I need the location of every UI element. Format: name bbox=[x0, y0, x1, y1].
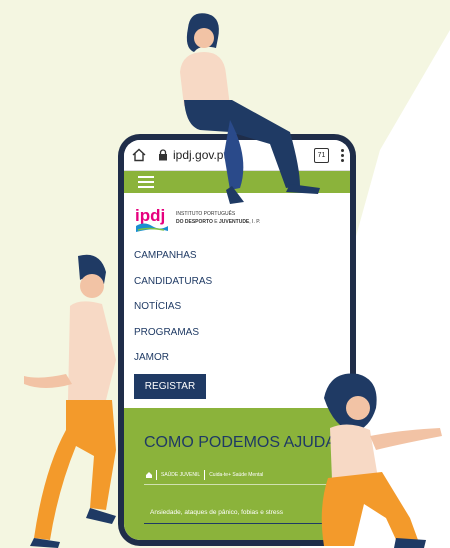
org-line-1: INSTITUTO PORTUGUÊS bbox=[176, 211, 236, 217]
woman-sitting-on-phone-illustration bbox=[180, 13, 320, 204]
breadcrumb: SAÚDE JUVENIL Cuida-te+ Saúde Mental bbox=[146, 470, 263, 480]
hamburger-menu-icon[interactable] bbox=[138, 176, 154, 188]
org-line-2: DO DESPORTO E JUVENTUDE, I. P. bbox=[176, 219, 261, 225]
nav-item-programas[interactable]: PROGRAMAS bbox=[134, 320, 350, 346]
breadcrumb-item-cuida-te[interactable]: Cuida-te+ Saúde Mental bbox=[209, 472, 263, 478]
breadcrumb-item-saude-juvenil[interactable]: SAÚDE JUVENIL bbox=[161, 472, 200, 478]
man-leaning-illustration bbox=[24, 254, 116, 548]
nav-item-campanhas[interactable]: CAMPANHAS bbox=[134, 243, 350, 269]
logo-wordmark: ipdj bbox=[135, 206, 165, 225]
register-button[interactable]: REGISTAR bbox=[134, 374, 206, 399]
nav-item-noticias[interactable]: NOTÍCIAS bbox=[134, 294, 350, 320]
nav-item-jamor[interactable]: JAMOR bbox=[134, 345, 350, 371]
nav-item-candidaturas[interactable]: CANDIDATURAS bbox=[134, 269, 350, 295]
overflow-menu-icon[interactable] bbox=[341, 148, 344, 162]
home-breadcrumb-icon[interactable] bbox=[146, 472, 152, 478]
woman-sitting-illustration bbox=[321, 373, 442, 548]
main-nav: CAMPANHAS CANDIDATURAS NOTÍCIAS PROGRAMA… bbox=[124, 237, 350, 371]
divider bbox=[144, 523, 324, 524]
topic-link-ansiedade[interactable]: Ansiedade, ataques de pânico, fobias e s… bbox=[150, 509, 283, 516]
home-icon[interactable] bbox=[132, 148, 146, 162]
org-name: INSTITUTO PORTUGUÊS DO DESPORTO E JUVENT… bbox=[176, 210, 260, 226]
